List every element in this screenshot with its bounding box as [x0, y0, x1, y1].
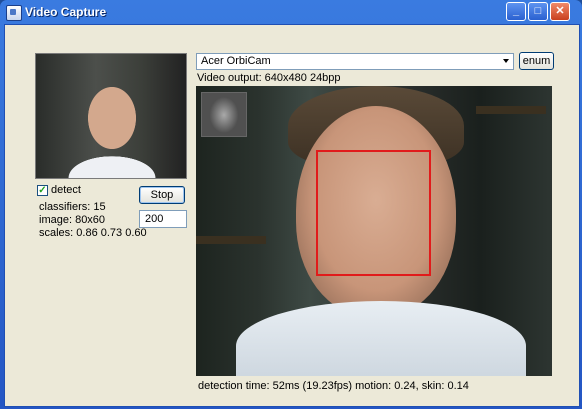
image-size-stat: image: 80x60 — [39, 214, 106, 226]
subject-shirt — [236, 301, 526, 376]
face-thumbnail — [201, 92, 247, 137]
camera-select-value: Acer OrbiCam — [201, 55, 271, 67]
enum-button[interactable]: enum — [519, 52, 554, 70]
scales-stat: scales: 0.86 0.73 0.60 — [39, 227, 147, 239]
background-shelf — [196, 236, 266, 244]
detection-status: detection time: 52ms (19.23fps) motion: … — [198, 380, 469, 392]
maximize-button[interactable]: □ — [528, 2, 548, 21]
dropdown-arrow-icon — [503, 59, 509, 63]
video-feed — [196, 86, 552, 376]
camera-select[interactable]: Acer OrbiCam — [196, 53, 514, 70]
minimize-icon: _ — [512, 5, 520, 17]
threshold-input[interactable]: 200 — [139, 210, 187, 228]
close-button[interactable]: ✕ — [550, 2, 570, 21]
classifiers-stat: classifiers: 15 — [39, 201, 106, 213]
stop-button[interactable]: Stop — [139, 186, 185, 204]
checkmark-icon: ✓ — [38, 185, 47, 196]
close-icon: ✕ — [555, 5, 565, 17]
minimize-button[interactable]: _ — [506, 2, 526, 21]
face-detection-box — [316, 150, 431, 276]
title-bar[interactable]: Video Capture _ □ ✕ — [0, 0, 582, 24]
window-title: Video Capture — [25, 5, 107, 19]
app-icon — [6, 5, 22, 21]
maximize-icon: □ — [534, 5, 542, 17]
video-output-label: Video output: 640x480 24bpp — [197, 72, 341, 84]
client-area: ✓ detect classifiers: 15 image: 80x60 sc… — [4, 24, 580, 407]
detect-checkbox[interactable]: ✓ — [37, 185, 48, 196]
detection-preview-image — [35, 53, 187, 179]
app-window: Video Capture _ □ ✕ ✓ detect classifiers… — [0, 0, 582, 409]
background-shelf — [476, 106, 546, 114]
detect-label[interactable]: detect — [51, 184, 81, 196]
